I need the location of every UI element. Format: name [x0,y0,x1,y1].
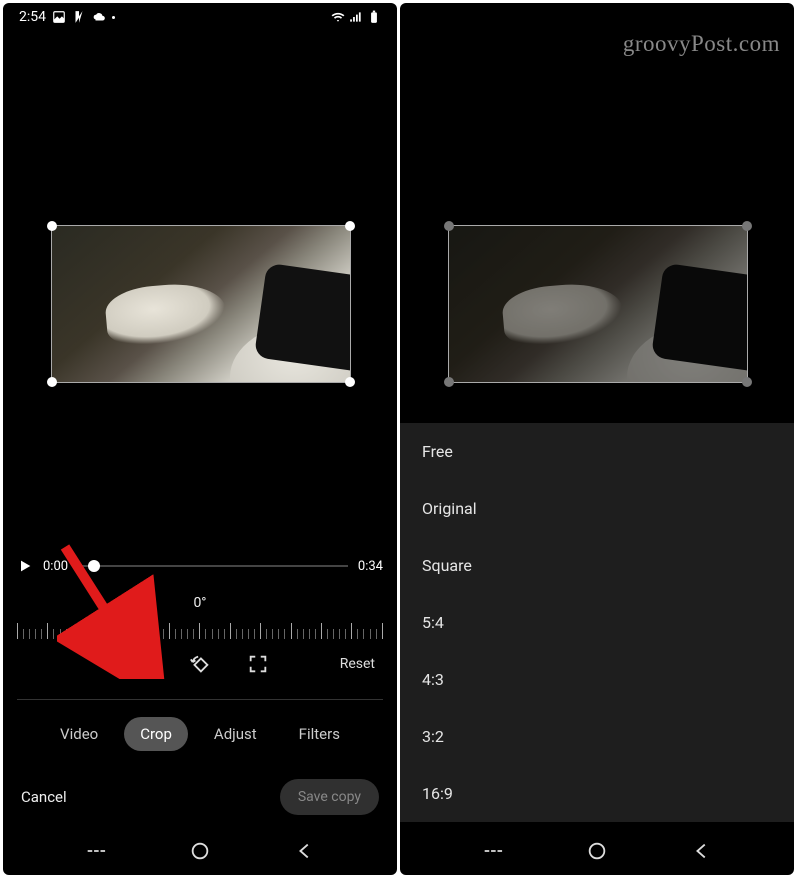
tab-crop[interactable]: Crop [124,717,188,751]
status-bar: 2:54 [3,3,397,31]
aspect-ratio-sheet: Free Original Square 5:4 4:3 3:2 16:9 [400,423,794,822]
scene-pillow [254,262,350,371]
notification-dot-icon [112,16,115,19]
home-button[interactable] [189,840,211,862]
watermark: groovyPost.com [623,31,780,57]
playback-current-time: 0:00 [43,559,68,574]
aspect-option-square[interactable]: Square [400,537,794,594]
divider [17,699,383,700]
cancel-button[interactable]: Cancel [21,788,67,806]
wifi-icon [331,10,345,24]
android-nav-bar [3,831,397,871]
playback-bar: 0:00 0:34 [17,558,383,574]
scene-dog [500,280,625,348]
rotation-angle-label: 0° [3,595,397,611]
scene-pillow [651,262,747,371]
tab-adjust[interactable]: Adjust [198,717,273,751]
tab-filters[interactable]: Filters [283,717,356,751]
tab-video[interactable]: Video [44,717,114,751]
aspect-option-5-4[interactable]: 5:4 [400,594,794,651]
save-copy-button[interactable]: Save copy [280,779,379,815]
crop-handle-top-right[interactable] [345,221,355,231]
recents-button[interactable] [481,840,503,862]
rotate-button[interactable] [189,653,211,675]
video-frame [449,226,747,382]
crop-handle-top-right [742,221,752,231]
rotation-ruler[interactable] [17,617,383,639]
playback-knob[interactable] [88,560,100,572]
crop-handle-bottom-right [742,377,752,387]
reset-button[interactable]: Reset [340,656,375,672]
aspect-ratio-button[interactable] [131,653,153,675]
crop-handle-bottom-left [444,377,454,387]
play-button[interactable] [17,558,33,574]
netflix-icon [72,10,86,24]
signal-icon [349,10,363,24]
playback-slider[interactable] [78,565,348,567]
crop-handle-top-left [444,221,454,231]
crop-box[interactable] [51,225,351,383]
aspect-option-free[interactable]: Free [400,423,794,480]
playback-total-time: 0:34 [358,559,383,574]
aspect-option-4-3[interactable]: 4:3 [400,651,794,708]
aspect-option-16-9[interactable]: 16:9 [400,765,794,822]
bottom-actions: Cancel Save copy [3,779,397,815]
crop-handle-bottom-right[interactable] [345,377,355,387]
android-nav-bar [400,831,794,871]
editor-tabs: Video Crop Adjust Filters [3,717,397,751]
aspect-option-3-2[interactable]: 3:2 [400,708,794,765]
image-icon [52,10,66,24]
aspect-option-original[interactable]: Original [400,480,794,537]
crop-handle-top-left[interactable] [47,221,57,231]
back-button[interactable] [294,840,316,862]
cloud-icon [92,10,106,24]
battery-icon [367,10,381,24]
screen-left-crop-editor: 2:54 0:00 0:34 0° [3,3,397,875]
crop-tool-row: Reset [3,653,397,675]
back-button[interactable] [691,840,713,862]
crop-handle-bottom-left[interactable] [47,377,57,387]
recents-button[interactable] [84,840,106,862]
scene-dog [103,280,228,348]
screen-right-aspect-options: groovyPost.com Free Original Square 5:4 … [400,3,794,875]
expand-button[interactable] [247,653,269,675]
home-button[interactable] [586,840,608,862]
video-frame [52,226,350,382]
crop-box-dimmed [448,225,748,383]
status-time: 2:54 [19,9,46,25]
